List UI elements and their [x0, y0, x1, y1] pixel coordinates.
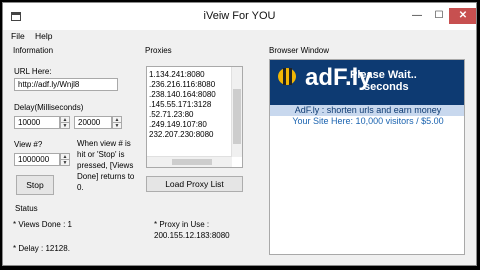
url-input[interactable]: http://adf.ly/Wnjl8 [14, 78, 118, 91]
list-item[interactable]: .52.71.23:80 [149, 110, 242, 120]
stop-note: When view # is hit or 'Stop' is pressed,… [77, 139, 135, 192]
load-proxy-list-button[interactable]: Load Proxy List [146, 176, 243, 192]
proxies-heading: Proxies [145, 46, 172, 55]
delay-min-input[interactable]: 10000 [14, 116, 60, 129]
delay-label: Delay(Milliseconds) [14, 103, 84, 112]
status-heading: Status [15, 204, 38, 213]
proxy-list[interactable]: 1.134.241:8080 .236.216.116:8080 .238.14… [146, 66, 243, 168]
list-item[interactable]: 232.207.230:8080 [149, 130, 242, 140]
scrollbar-thumb[interactable] [233, 89, 241, 144]
bee-logo-icon [278, 68, 296, 85]
maximize-button[interactable]: ☐ [429, 8, 449, 24]
adfly-tagline[interactable]: AdF.ly : shorten urls and earn money [270, 105, 464, 116]
menu-file[interactable]: File [11, 31, 25, 41]
please-wait-text: Please Wait.. seconds [350, 69, 417, 93]
proxy-in-use-label: * Proxy in Use : [154, 220, 210, 229]
proxy-in-use-value: 200.155.12.183:8080 [154, 231, 230, 240]
adfly-banner[interactable]: adF.ly Please Wait.. seconds [270, 60, 464, 105]
please-wait-line2: seconds [364, 81, 409, 93]
views-done-text: * Views Done : 1 [13, 220, 72, 229]
stop-button[interactable]: Stop [16, 175, 54, 195]
list-item[interactable]: .238.140.164:8080 [149, 90, 242, 100]
menu-help[interactable]: Help [35, 31, 52, 41]
information-heading: Information [13, 46, 54, 55]
browser-window[interactable]: adF.ly Please Wait.. seconds AdF.ly : sh… [269, 59, 465, 255]
list-item[interactable]: .249.149.107:80 [149, 120, 242, 130]
menu-bar: File Help [3, 30, 476, 43]
title-bar: iVeiw For YOU — ☐ ✕ [3, 3, 476, 30]
proxy-list-vertical-scrollbar[interactable] [231, 67, 242, 157]
delay-max-input[interactable]: 20000 [74, 116, 112, 129]
view-count-spinner[interactable]: ▲ ▼ [60, 153, 70, 166]
browser-heading: Browser Window [269, 46, 330, 55]
url-label: URL Here: [14, 67, 52, 76]
view-count-input[interactable]: 1000000 [14, 153, 60, 166]
delay-max-spinner[interactable]: ▲ ▼ [112, 116, 122, 129]
delay-status-text: * Delay : 12128. [13, 244, 70, 253]
view-count-label: View #? [14, 140, 43, 149]
list-item[interactable]: .236.216.116:8080 [149, 80, 242, 90]
list-item[interactable]: 1.134.241:8080 [149, 70, 242, 80]
scrollbar-thumb[interactable] [172, 159, 212, 165]
app-window: iVeiw For YOU — ☐ ✕ File Help Informatio… [2, 2, 477, 266]
delay-min-spinner[interactable]: ▲ ▼ [60, 116, 70, 129]
minimize-button[interactable]: — [405, 8, 429, 24]
close-button[interactable]: ✕ [449, 8, 476, 24]
list-item[interactable]: .145.55.171:3128 [149, 100, 242, 110]
please-wait-line1: Please Wait.. [350, 69, 417, 81]
proxy-list-horizontal-scrollbar[interactable] [147, 156, 232, 167]
your-site-ad-link[interactable]: Your Site Here: 10,000 visitors / $5.00 [270, 116, 464, 127]
